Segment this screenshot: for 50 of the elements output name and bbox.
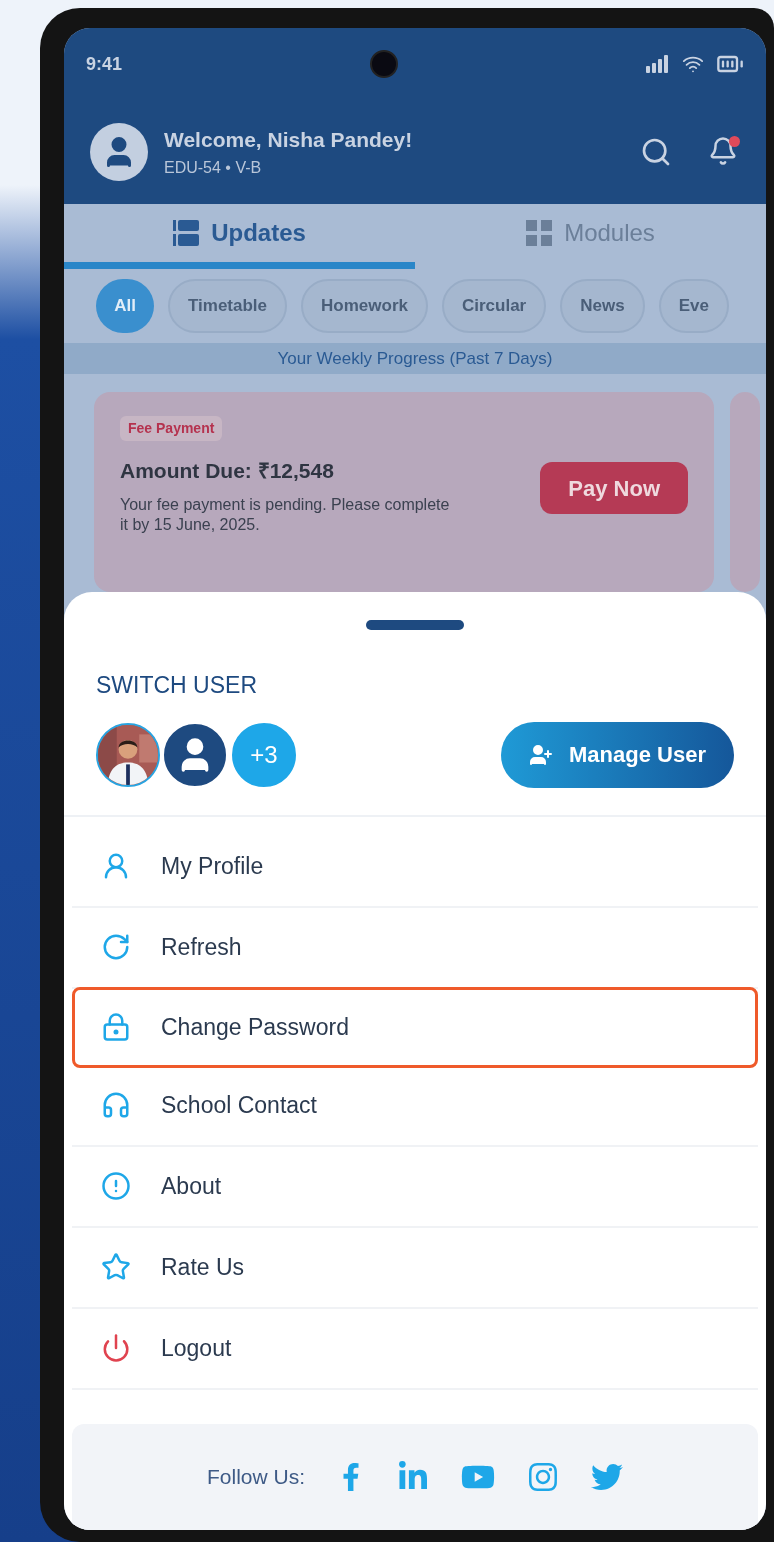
info-icon bbox=[101, 1171, 131, 1201]
menu-item[interactable]: Logout bbox=[72, 1308, 758, 1390]
filter-chip[interactable]: All bbox=[96, 279, 154, 333]
more-users-badge[interactable]: +3 bbox=[230, 720, 298, 789]
menu-label: Rate Us bbox=[161, 1252, 245, 1282]
tab[interactable]: Updates bbox=[64, 204, 415, 269]
welcome-title: Welcome, Nisha Pandey! bbox=[164, 127, 414, 154]
section-title: SWITCH USER bbox=[96, 671, 258, 700]
menu-item[interactable]: Refresh bbox=[72, 907, 758, 989]
headset-icon bbox=[101, 1090, 131, 1120]
power-icon bbox=[101, 1333, 131, 1363]
status-time: 9:41 bbox=[86, 52, 123, 76]
signal-icon bbox=[646, 55, 670, 73]
amount-due: Amount Due: ₹12,548 bbox=[120, 458, 335, 484]
user-subtitle: EDU-54 • V-B bbox=[164, 157, 263, 178]
avatar-icon[interactable] bbox=[90, 123, 148, 181]
fee-description: Your fee payment is pending. Please complete it by 15 June, 2025. bbox=[120, 494, 450, 535]
filter-chip[interactable]: News bbox=[560, 279, 645, 333]
refresh-icon bbox=[101, 932, 131, 962]
menu-item[interactable]: School Contact bbox=[72, 1065, 758, 1147]
menu-label: Change Password bbox=[161, 1012, 349, 1042]
menu-label: About bbox=[161, 1171, 222, 1201]
fee-tag: Fee Payment bbox=[120, 416, 223, 441]
filter-chip[interactable]: Homework bbox=[301, 279, 428, 333]
search-icon[interactable] bbox=[640, 136, 672, 168]
menu-label: My Profile bbox=[161, 851, 264, 881]
menu-item[interactable]: My Profile bbox=[72, 826, 758, 908]
list-icon bbox=[173, 219, 200, 246]
menu-label: Refresh bbox=[161, 932, 242, 962]
menu-label: School Contact bbox=[161, 1090, 317, 1120]
grid-icon bbox=[526, 219, 553, 246]
menu-item[interactable]: Rate Us bbox=[72, 1227, 758, 1309]
camera-icon bbox=[370, 50, 398, 78]
twitter-icon[interactable] bbox=[591, 1461, 623, 1493]
menu-item[interactable]: Change Password bbox=[72, 986, 758, 1068]
drag-handle[interactable] bbox=[366, 620, 464, 630]
notification-icon[interactable] bbox=[708, 136, 740, 168]
filter-chip[interactable]: Timetable bbox=[168, 279, 288, 333]
lock-icon bbox=[101, 1012, 131, 1042]
filter-chip[interactable]: Circular bbox=[442, 279, 547, 333]
add-user-icon bbox=[529, 742, 554, 767]
manage-user-button[interactable]: Manage User bbox=[501, 721, 734, 788]
instagram-icon[interactable] bbox=[527, 1461, 559, 1493]
follow-label: Follow Us: bbox=[207, 1464, 305, 1491]
pay-now-button[interactable]: Pay Now bbox=[540, 462, 688, 514]
star-icon bbox=[101, 1252, 131, 1282]
filter-chip[interactable]: Eve bbox=[658, 279, 729, 333]
progress-banner: Your Weekly Progress (Past 7 Days) bbox=[64, 343, 766, 374]
menu-item[interactable]: About bbox=[72, 1146, 758, 1228]
menu-label: Logout bbox=[161, 1333, 232, 1363]
